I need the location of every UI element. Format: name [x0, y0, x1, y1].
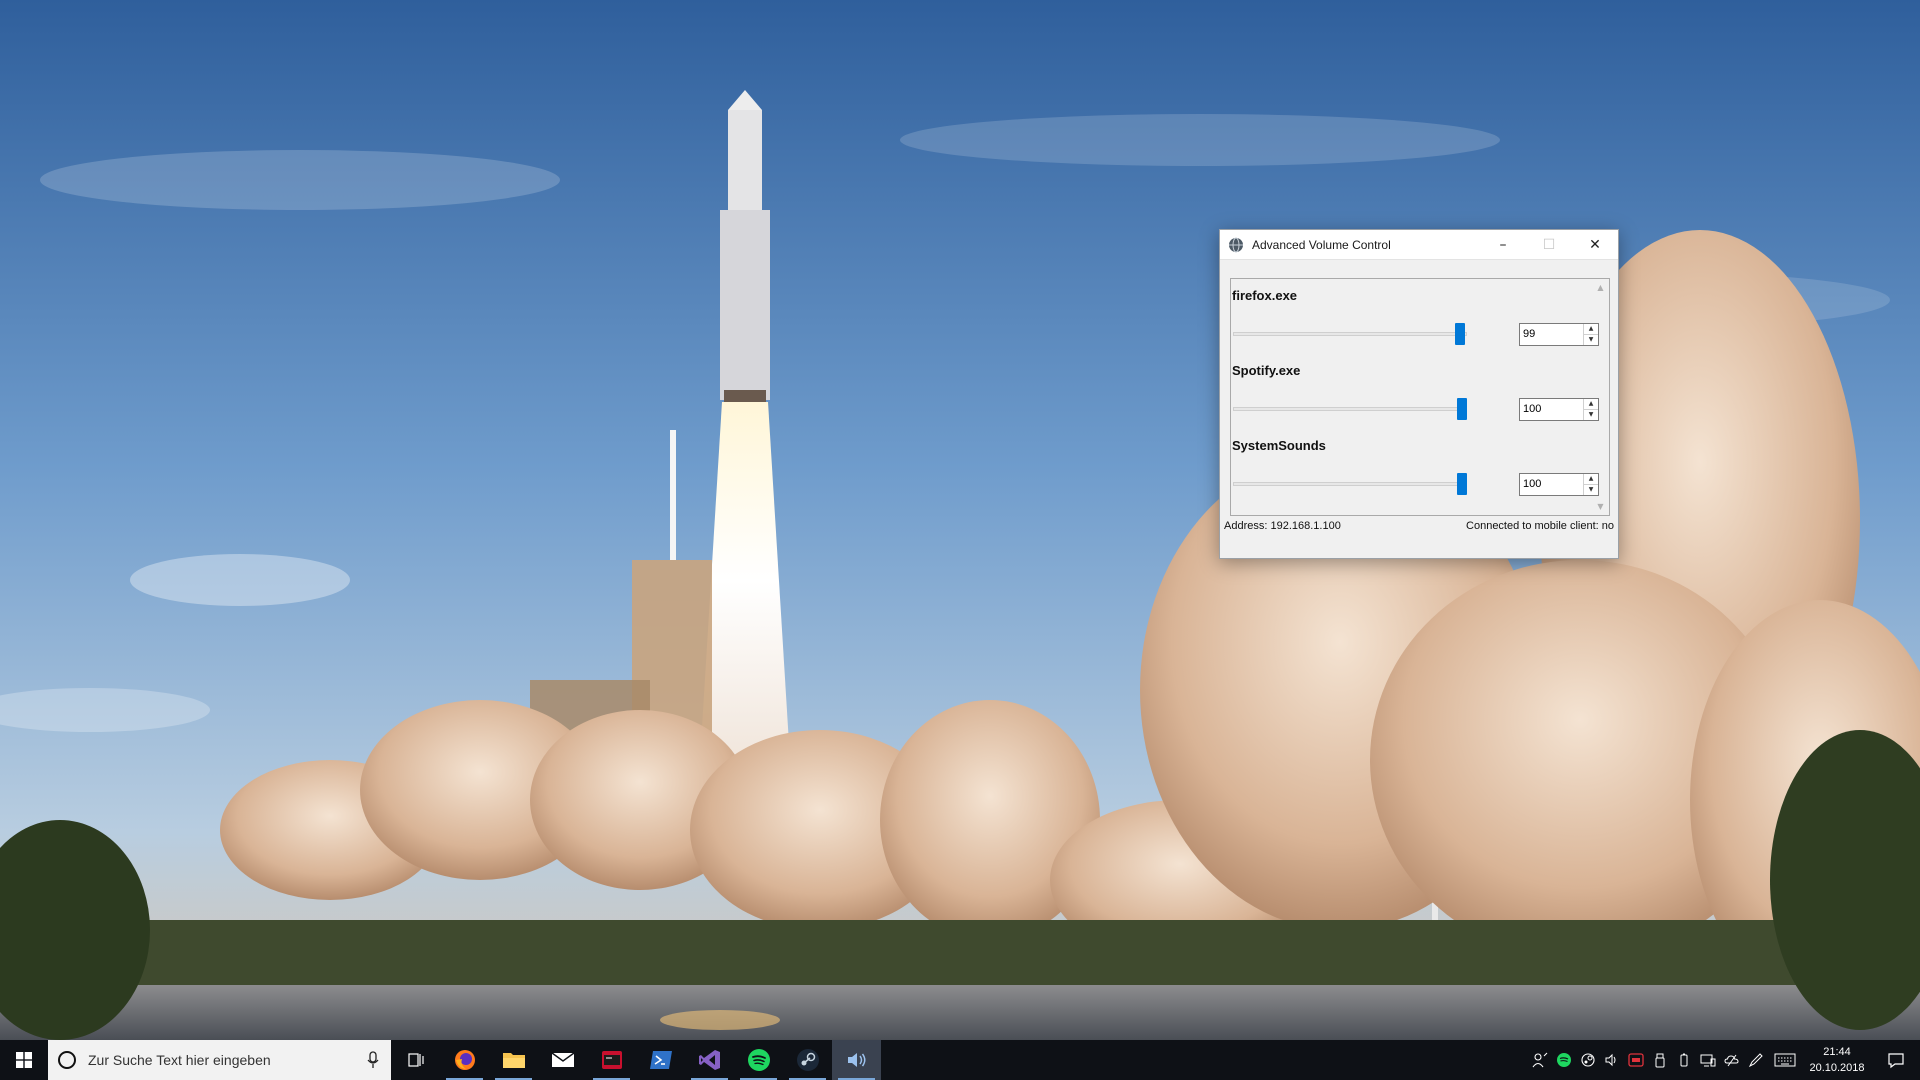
app-volume-row: firefox.exe 99 ▲ ▼ [1231, 279, 1599, 354]
search-input[interactable]: Zur Suche Text hier eingeben [88, 1052, 355, 1068]
minimize-icon: – [1499, 236, 1507, 253]
app-volume-list[interactable]: firefox.exe 99 ▲ ▼ Spotify.exe 100 ▲ ▼ S… [1230, 278, 1610, 516]
close-icon: ✕ [1589, 236, 1601, 253]
app-volume-row: Spotify.exe 100 ▲ ▼ [1231, 354, 1599, 429]
close-button[interactable]: ✕ [1572, 230, 1618, 260]
volume-slider-track[interactable] [1233, 407, 1467, 411]
battery-icon[interactable] [1672, 1040, 1696, 1080]
clock-date: 20.10.2018 [1809, 1062, 1865, 1074]
maximize-button: ☐ [1526, 230, 1572, 260]
firefox-icon[interactable] [440, 1040, 489, 1080]
cortana-icon [58, 1051, 76, 1069]
window-title: Advanced Volume Control [1252, 237, 1391, 252]
volume-value[interactable]: 100 [1520, 399, 1583, 420]
volume-slider-track[interactable] [1233, 332, 1467, 336]
desktop-wallpaper [0, 0, 1920, 1040]
maximize-icon: ☐ [1542, 236, 1556, 253]
system-tray: 21:44 20.10.2018 [1528, 1040, 1920, 1080]
list-scrollbar[interactable]: ▲ ▼ [1592, 279, 1609, 515]
spotify-icon[interactable] [734, 1040, 783, 1080]
taskbar: Zur Suche Text hier eingeben 21:44 20.10… [0, 1040, 1920, 1080]
volume-value[interactable]: 99 [1520, 324, 1583, 345]
connection-status-label: Connected to mobile client: no [1466, 520, 1614, 532]
notification-icon [1888, 1053, 1904, 1069]
usb-drive-icon[interactable] [1648, 1040, 1672, 1080]
network-icon[interactable] [1696, 1040, 1720, 1080]
pen-workspace-icon[interactable] [1744, 1040, 1768, 1080]
app-name-label: firefox.exe [1232, 288, 1298, 303]
volume-slider-thumb[interactable] [1457, 398, 1467, 420]
action-center-button[interactable] [1872, 1040, 1920, 1080]
speaker-app-icon[interactable] [832, 1040, 881, 1080]
terminal-icon[interactable] [587, 1040, 636, 1080]
microphone-icon[interactable] [355, 1051, 391, 1069]
clock-time: 21:44 [1823, 1046, 1851, 1058]
rocket-launch-wallpaper [0, 0, 1920, 1040]
advanced-volume-control-window: Advanced Volume Control – ☐ ✕ firefox.ex… [1219, 229, 1619, 559]
status-bar: Address: 192.168.1.100 Connected to mobi… [1224, 520, 1614, 536]
volume-value[interactable]: 100 [1520, 474, 1583, 495]
volume-number-input[interactable]: 100 ▲ ▼ [1519, 473, 1599, 496]
windows-logo-icon [16, 1052, 32, 1068]
minimize-button[interactable]: – [1480, 230, 1526, 260]
start-button[interactable] [0, 1040, 48, 1080]
visual-studio-icon[interactable] [685, 1040, 734, 1080]
volume-slider-thumb[interactable] [1454, 323, 1465, 345]
volume-number-input[interactable]: 99 ▲ ▼ [1519, 323, 1599, 346]
volume-tray-icon[interactable] [1600, 1040, 1624, 1080]
steam-tray-icon[interactable] [1576, 1040, 1600, 1080]
volume-slider-thumb[interactable] [1457, 473, 1467, 495]
taskbar-search-box[interactable]: Zur Suche Text hier eingeben [48, 1040, 391, 1080]
app-name-label: Spotify.exe [1232, 363, 1301, 378]
app-name-label: SystemSounds [1232, 438, 1326, 453]
address-label: Address: 192.168.1.100 [1224, 520, 1341, 532]
powershell-icon[interactable] [636, 1040, 685, 1080]
onedrive-sync-icon[interactable] [1720, 1040, 1744, 1080]
red-app-tray-icon[interactable] [1624, 1040, 1648, 1080]
taskbar-clock[interactable]: 21:44 20.10.2018 [1802, 1044, 1872, 1076]
scroll-down-icon[interactable]: ▼ [1597, 498, 1603, 515]
app-globe-icon [1229, 237, 1243, 252]
app-volume-row: SystemSounds 100 ▲ ▼ [1231, 429, 1599, 504]
mail-icon[interactable] [538, 1040, 587, 1080]
scroll-up-icon[interactable]: ▲ [1597, 279, 1603, 296]
task-view-icon[interactable] [391, 1040, 440, 1080]
steam-icon[interactable] [783, 1040, 832, 1080]
volume-slider-track[interactable] [1233, 482, 1467, 486]
keyboard-icon[interactable] [1768, 1040, 1802, 1080]
spotify-tray-icon[interactable] [1552, 1040, 1576, 1080]
file-explorer-icon[interactable] [489, 1040, 538, 1080]
volume-number-input[interactable]: 100 ▲ ▼ [1519, 398, 1599, 421]
window-titlebar[interactable]: Advanced Volume Control – ☐ ✕ [1220, 230, 1618, 260]
people-icon[interactable] [1528, 1040, 1552, 1080]
